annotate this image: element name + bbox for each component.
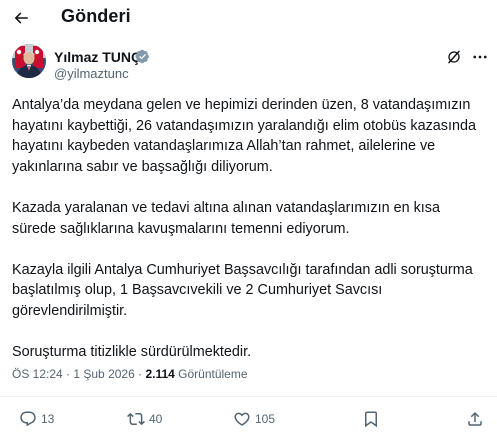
like-button[interactable]: 105: [233, 408, 275, 430]
reply-button[interactable]: 13: [19, 408, 54, 430]
more-options-button[interactable]: [471, 48, 489, 66]
divider: [0, 396, 497, 397]
share-button[interactable]: [466, 408, 484, 430]
author-handle[interactable]: @yilmaztunc: [54, 66, 129, 81]
tweet-paragraph: Antalya’da meydana gelen ve hepimizi der…: [12, 97, 480, 175]
tweet-date[interactable]: 1 Şub 2026: [73, 367, 134, 381]
tweet-paragraph: Soruşturma titizlikle sürdürülmektedir.: [12, 344, 252, 361]
reply-count: 13: [41, 412, 55, 426]
repost-count: 40: [149, 412, 163, 426]
views-label: Görüntüleme: [178, 367, 248, 381]
share-icon: [468, 411, 482, 426]
repost-icon: [127, 412, 145, 426]
action-bar: 13 40 105: [0, 408, 497, 430]
avatar-image: [12, 44, 46, 78]
bookmark-button[interactable]: [362, 408, 380, 430]
repost-button[interactable]: 40: [127, 408, 162, 430]
like-count: 105: [255, 412, 276, 426]
grok-icon[interactable]: [446, 49, 462, 65]
verified-badge-icon: [135, 49, 149, 64]
tweet-paragraph: Kazada yaralanan ve tedavi altına alınan…: [12, 199, 444, 237]
arrow-left-icon: [14, 12, 28, 24]
tweet-time[interactable]: ÖS 12:24: [12, 367, 63, 381]
back-button[interactable]: [10, 7, 32, 29]
author-name[interactable]: Yılmaz TUNÇ: [54, 49, 141, 65]
avatar[interactable]: [12, 44, 46, 78]
views-count: 2.114: [145, 367, 175, 381]
bookmark-icon: [365, 411, 377, 428]
tweet-text: Antalya’da meydana gelen ve hepimizi der…: [12, 95, 487, 383]
tweet-paragraph: Kazayla ilgili Antalya Cumhuriyet Başsav…: [12, 261, 477, 319]
page-title: Gönderi: [61, 6, 131, 26]
reply-icon: [20, 411, 36, 427]
more-dots-icon: [473, 55, 487, 59]
heart-icon: [234, 412, 250, 426]
tweet-meta: ÖS 12:24 · 1 Şub 2026 · 2.114 Görüntülem…: [12, 367, 248, 381]
top-bar: Gönderi: [0, 0, 497, 36]
